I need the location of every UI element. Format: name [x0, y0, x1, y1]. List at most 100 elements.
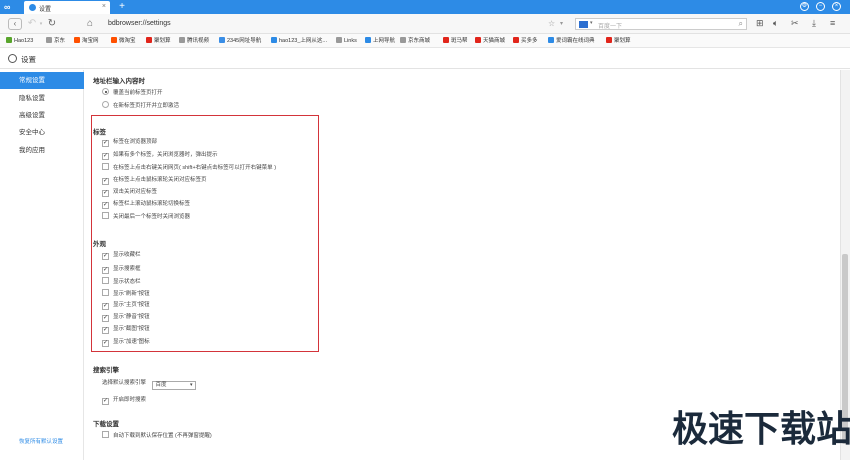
checkbox[interactable]: ✓ [102, 253, 109, 260]
watermark: 极速下载站 [672, 409, 850, 450]
checkbox-option[interactable]: ✓ 标签栏上滚动鼠标滚轮切换标签 [102, 200, 190, 209]
sidebar-item-privacy[interactable]: 隐私设置 [0, 90, 84, 107]
bookmark-item[interactable]: 淘宝网 [74, 37, 99, 46]
checkbox[interactable]: ✓ [102, 178, 109, 185]
volume-icon[interactable]: 🔈︎ [773, 18, 778, 29]
tab-title: 设置 [39, 7, 52, 13]
search-engine-icon[interactable] [579, 21, 588, 28]
bookmark-item[interactable]: hao123_上网从这... [271, 37, 327, 46]
download-icon[interactable]: ⤓ [812, 18, 816, 29]
sidebar-item-advanced[interactable]: 高级设置 [0, 107, 84, 124]
checkbox-option[interactable]: ✓ 如果有多个标签，关闭浏览器时，弹出提示 [102, 151, 218, 160]
bookmark-icon [475, 37, 481, 43]
bookmark-item[interactable]: 微淘宝 [111, 37, 136, 46]
checkbox[interactable]: ✓ [102, 190, 109, 197]
checkbox[interactable] [102, 431, 109, 438]
menu-icon[interactable]: ≡ [830, 18, 835, 28]
bookmark-item[interactable]: 买多多 [513, 37, 538, 46]
history-dropdown-icon[interactable]: ▾ [38, 18, 44, 30]
browser-logo-icon[interactable]: ∞ [4, 2, 22, 12]
checkbox-option[interactable]: ✓ 开启即时搜索 [102, 396, 146, 405]
folder-icon [336, 37, 342, 43]
radio-button[interactable] [102, 88, 109, 95]
tab-close-icon[interactable]: × [102, 3, 106, 10]
bookmark-star-icon[interactable]: ☆ [548, 19, 555, 28]
bookmark-item[interactable]: 腾讯视频 [179, 37, 209, 46]
extensions-icon[interactable]: ⊞ [756, 18, 764, 29]
back-icon[interactable]: ‹ [8, 18, 22, 30]
page-icon [179, 37, 185, 43]
checkbox[interactable]: ✓ [102, 153, 109, 160]
radio-option[interactable]: 在新标签页打开并立即激活 [102, 101, 179, 109]
checkbox[interactable]: ✓ [102, 267, 109, 274]
search-placeholder: 百度一下 [598, 24, 623, 30]
checkbox-option[interactable]: ✓ 双击关闭对应标签 [102, 188, 157, 197]
search-input[interactable]: ▾ 百度一下 ⌕ [575, 18, 747, 30]
url-input[interactable]: bdbrowser://settings [108, 20, 171, 27]
checkbox[interactable]: ✓ [102, 202, 109, 209]
checkbox[interactable] [102, 277, 109, 284]
search-engine-dropdown-icon[interactable]: ▾ [590, 20, 593, 26]
checkbox[interactable]: ✓ [102, 340, 109, 347]
bookmark-icon [443, 37, 449, 43]
page-icon [400, 37, 406, 43]
checkbox-option[interactable]: 显示“刷新”按钮 [102, 289, 150, 297]
checkbox-option[interactable]: ✓ 显示“静音”按钮 [102, 313, 150, 322]
checkbox-option[interactable]: ✓ 显示“主页”按钮 [102, 301, 150, 310]
sidebar: 常规设置 隐私设置 高级设置 安全中心 我的应用 恢复所有默认设置 [0, 70, 84, 460]
url-dropdown-icon[interactable]: ▾ [560, 20, 563, 27]
checkbox-option[interactable]: 自动下载到默认保存位置 (不再弹窗提醒) [102, 431, 212, 439]
checkbox-option[interactable]: ✓ 标签在浏览器顶部 [102, 138, 157, 147]
checkbox[interactable]: ✓ [102, 398, 109, 405]
checkbox[interactable]: ✓ [102, 303, 109, 310]
bookmark-item[interactable]: 京东商城 [400, 37, 430, 46]
appearance-header: 外观 [93, 241, 106, 248]
new-tab-button[interactable]: + [116, 1, 128, 13]
restore-defaults-link[interactable]: 恢复所有默认设置 [19, 437, 63, 445]
tabs-header: 标签 [93, 129, 106, 136]
checkbox-option[interactable]: ✓ 显示收藏栏 [102, 251, 141, 260]
checkbox-option[interactable]: ✓ 显示搜索框 [102, 265, 141, 274]
bookmark-icon [548, 37, 554, 43]
bookmark-item[interactable]: 聚划算 [146, 37, 171, 46]
settings-gear-icon [8, 54, 17, 63]
search-engine-select[interactable]: 百度 ▾ [151, 381, 196, 390]
checkbox[interactable] [102, 212, 109, 219]
minimize-icon[interactable]: − [816, 2, 825, 11]
checkbox[interactable] [102, 289, 109, 296]
checkbox-option[interactable]: ✓ 显示“截图”按钮 [102, 325, 150, 334]
window-close-icon[interactable]: × [832, 2, 841, 11]
reload-icon[interactable]: ↻ [46, 18, 58, 30]
checkbox-option[interactable]: ✓ 在标签上点击鼠标滚轮关闭对应标签页 [102, 176, 207, 185]
bookmark-item[interactable]: 爱词霸在线词典 [548, 37, 595, 46]
window-settings-icon[interactable]: ⚙ [800, 2, 809, 11]
bookmark-icon [146, 37, 152, 43]
checkbox[interactable]: ✓ [102, 140, 109, 147]
checkbox-option[interactable]: 关闭最后一个标签时关闭浏览器 [102, 212, 190, 220]
home-icon[interactable]: ⌂ [84, 18, 96, 30]
checkbox[interactable] [102, 163, 109, 170]
screenshot-icon[interactable]: ✂ [791, 18, 799, 29]
bookmark-icon [6, 37, 12, 43]
radio-button[interactable] [102, 101, 109, 108]
sidebar-item-general[interactable]: 常规设置 [0, 72, 84, 89]
bookmark-item[interactable]: 京东 [46, 37, 65, 46]
tab-settings[interactable]: 设置 × [24, 1, 110, 14]
sidebar-item-security[interactable]: 安全中心 [0, 124, 84, 141]
bookmark-item[interactable]: 天猫商城 [475, 37, 505, 46]
radio-option[interactable]: 覆盖当前标签页打开 [102, 88, 163, 96]
bookmark-item[interactable]: Hao123 [6, 37, 33, 46]
forward-icon[interactable]: ↶ [26, 18, 38, 30]
bookmark-item[interactable]: 上网导航 [365, 37, 395, 46]
checkbox-option[interactable]: 显示状态栏 [102, 277, 141, 285]
bookmark-item[interactable]: 斑马帮 [443, 37, 468, 46]
checkbox[interactable]: ✓ [102, 315, 109, 322]
bookmark-folder[interactable]: Links [336, 37, 357, 46]
checkbox-option[interactable]: 在标签上点击右键关闭网页( shift+右键点击标签可以打开右键菜单 ) [102, 163, 276, 171]
bookmark-item[interactable]: 2345网址导航 [219, 37, 261, 46]
sidebar-item-apps[interactable]: 我的应用 [0, 142, 84, 159]
checkbox[interactable]: ✓ [102, 327, 109, 334]
bookmark-item[interactable]: 聚划算 [606, 37, 631, 46]
checkbox-option[interactable]: ✓ 显示“加速”图标 [102, 338, 150, 347]
search-icon[interactable]: ⌕ [739, 19, 743, 29]
